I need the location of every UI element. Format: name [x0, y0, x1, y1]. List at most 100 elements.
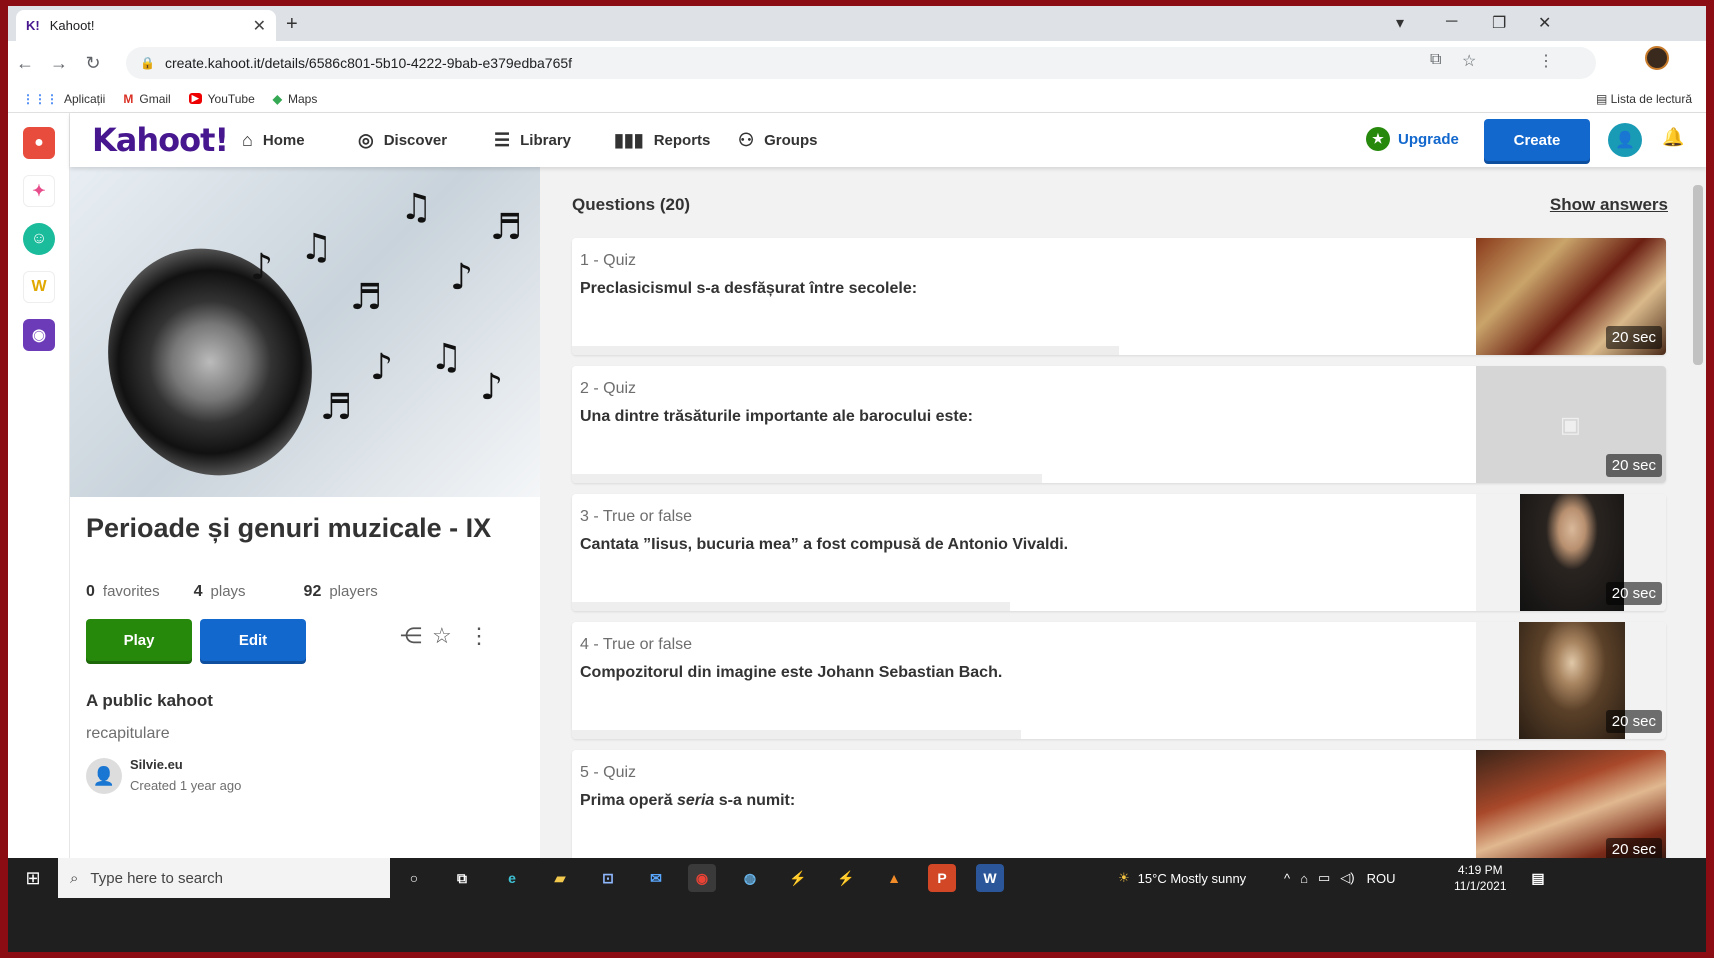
app-star-icon[interactable]: ✦ — [23, 175, 55, 207]
create-button[interactable]: Create — [1484, 119, 1590, 161]
bell-icon[interactable]: 🔔 — [1662, 127, 1684, 148]
app-chat-icon[interactable]: ☺ — [23, 223, 55, 255]
show-answers-button[interactable]: Show answers — [1550, 195, 1668, 215]
nav-reports[interactable]: ▮▮▮ Reports — [614, 130, 710, 151]
language-indicator[interactable]: ROU — [1367, 871, 1396, 886]
taskbar-search-placeholder: Type here to search — [90, 869, 223, 887]
app-icon[interactable]: ⚡ — [832, 864, 860, 892]
system-tray-icons[interactable]: ^ ⌂ ▭ ◁) ROU — [1284, 858, 1395, 898]
reading-list[interactable]: ▤ Lista de lectură — [1596, 92, 1692, 106]
store-icon[interactable]: ⊡ — [594, 864, 622, 892]
reload-icon[interactable]: ↻ — [76, 53, 110, 74]
chevron-up-icon[interactable]: ^ — [1284, 871, 1290, 886]
new-tab-icon[interactable]: + — [286, 13, 298, 36]
more-options-icon[interactable]: ⋮ — [468, 623, 490, 649]
question-text: Prima operă seria s-a numit: — [580, 792, 1380, 810]
players-stat: 92 players — [304, 583, 378, 601]
app-fire-icon[interactable]: ● — [23, 127, 55, 159]
visibility-label: A public kahoot — [86, 691, 213, 710]
back-icon[interactable]: ← — [8, 53, 42, 74]
music-note-icon: ♬ — [350, 277, 383, 318]
nav-groups[interactable]: ⚇ Groups — [738, 130, 817, 151]
chrome-menu-icon[interactable]: ⋮ — [1538, 51, 1554, 71]
nav-discover[interactable]: ◎ Discover — [358, 130, 447, 151]
bookmark-apps[interactable]: ⋮⋮⋮ Aplicații — [22, 92, 105, 106]
clock[interactable]: 4:19 PM 11/1/2021 — [1454, 858, 1507, 898]
chrome-profile-avatar[interactable] — [1645, 46, 1669, 70]
question-card[interactable]: 1 - Quiz Preclasicismul s-a desfășurat î… — [572, 238, 1666, 355]
kahoot-logo[interactable]: Kahoot! — [92, 121, 229, 159]
bookmark-gmail[interactable]: M Gmail — [123, 92, 170, 106]
question-card[interactable]: 4 - True or false Compozitorul din imagi… — [572, 622, 1666, 739]
search-icon: ⌕ — [70, 869, 79, 887]
question-image: 20 sec — [1476, 494, 1666, 611]
volume-icon[interactable]: ◁) — [1340, 870, 1354, 886]
scrollbar-thumb[interactable] — [1693, 185, 1703, 365]
question-card[interactable]: 3 - True or false Cantata ”Iisus, bucuri… — [572, 494, 1666, 611]
windows-start-icon[interactable]: ⊞ — [8, 868, 58, 889]
page-scrollbar[interactable] — [1690, 167, 1706, 858]
music-note-icon: ♪ — [480, 367, 503, 408]
favorite-star-icon[interactable]: ☆ — [432, 623, 452, 649]
restore-icon[interactable]: ❐ — [1492, 13, 1506, 33]
browser-tab[interactable]: K! Kahoot! ✕ — [16, 10, 276, 41]
word-icon[interactable]: W — [976, 864, 1004, 892]
cortana-icon[interactable]: ○ — [400, 864, 428, 892]
app-camera-icon[interactable]: ◉ — [23, 319, 55, 351]
task-view-icon[interactable]: ⧉ — [448, 864, 476, 892]
powerpoint-icon[interactable]: P — [928, 864, 956, 892]
chrome-icon[interactable]: ◉ — [688, 864, 716, 892]
home-icon: ⌂ — [242, 130, 253, 150]
mail-icon[interactable]: ✉ — [642, 864, 670, 892]
question-type: 5 - Quiz — [580, 764, 637, 781]
maps-icon: ◆ — [272, 91, 283, 106]
network-icon[interactable]: ⌂ — [1300, 871, 1308, 886]
bookmark-youtube[interactable]: ▶ YouTube — [188, 92, 255, 106]
app-icon[interactable]: ◍ — [736, 864, 764, 892]
notifications-icon[interactable]: ▤ — [1524, 864, 1552, 892]
profile-menu-icon[interactable]: ▾ — [1396, 13, 1404, 33]
app-icon[interactable]: ⚡ — [784, 864, 812, 892]
user-avatar-icon[interactable]: 👤 — [1608, 123, 1642, 157]
translate-icon[interactable]: ⧉ — [1430, 51, 1441, 69]
edit-button[interactable]: Edit — [200, 619, 306, 661]
nav-home-label: Home — [262, 132, 305, 149]
upgrade-link[interactable]: ★ Upgrade — [1366, 127, 1459, 151]
reading-list-icon: ▤ — [1595, 92, 1611, 106]
forward-icon[interactable]: → — [42, 53, 76, 74]
players-label: players — [329, 583, 378, 600]
browser-window: K! Kahoot! ✕ + ▾ ─ ❐ ✕ ← → ↻ 🔒 create.ka… — [8, 6, 1706, 952]
close-window-icon[interactable]: ✕ — [1538, 13, 1551, 33]
lock-icon: 🔒 — [140, 56, 155, 70]
weather-widget[interactable]: ☀ 15°C Mostly sunny — [1118, 858, 1246, 898]
edge-icon[interactable]: e — [498, 864, 526, 892]
url-field[interactable]: 🔒 create.kahoot.it/details/6586c801-5b10… — [126, 47, 1596, 79]
app-icon[interactable]: ▲ — [880, 864, 908, 892]
question-text: Compozitorul din imagine este Johann Seb… — [580, 664, 1003, 681]
music-note-icon: ♪ — [250, 247, 273, 288]
nav-library[interactable]: ☰ Library — [494, 130, 571, 151]
battery-icon[interactable]: ▭ — [1318, 870, 1330, 886]
question-card[interactable]: 2 - Quiz Una dintre trăsăturile importan… — [572, 366, 1666, 483]
app-w-icon[interactable]: W — [23, 271, 55, 303]
question-type: 1 - Quiz — [580, 252, 637, 269]
nav-library-label: Library — [520, 132, 571, 149]
apps-grid-icon: ⋮⋮⋮ — [22, 91, 58, 106]
kahoot-stats: 0 favorites 4 plays 92 players — [86, 583, 412, 601]
taskbar-search[interactable]: ⌕ Type here to search — [58, 858, 390, 898]
close-tab-icon[interactable]: ✕ — [253, 16, 266, 36]
nav-groups-label: Groups — [764, 132, 818, 149]
question-card[interactable]: 5 - Quiz Prima operă seria s-a numit: 20… — [572, 750, 1666, 858]
question-time: 20 sec — [1605, 582, 1662, 605]
creator-avatar[interactable]: 👤 — [86, 758, 122, 794]
creator-name[interactable]: Silvie.eu — [130, 757, 183, 772]
nav-home[interactable]: ⌂ Home — [242, 130, 305, 151]
file-explorer-icon[interactable]: ▰ — [546, 864, 574, 892]
music-note-icon: ♬ — [490, 207, 523, 248]
play-button[interactable]: Play — [86, 619, 192, 661]
bookmark-star-icon[interactable]: ☆ — [1462, 51, 1476, 71]
bookmark-maps[interactable]: ◆ Maps — [273, 92, 318, 106]
weather-icon: ☀ — [1118, 870, 1130, 885]
share-icon[interactable]: ⋲ — [400, 623, 422, 649]
minimize-icon[interactable]: ─ — [1446, 13, 1457, 31]
